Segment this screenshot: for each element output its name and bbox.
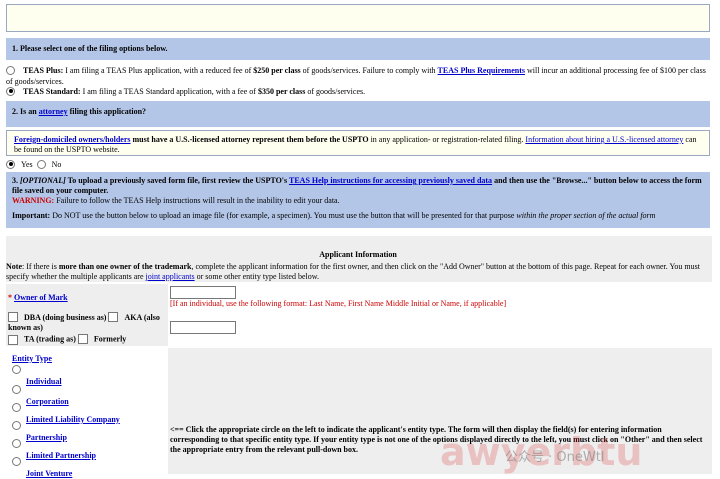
watermark-caption: 公众号 · OneWtl <box>505 450 605 465</box>
alt-name-input[interactable] <box>170 321 236 334</box>
section-1-title: 1. Please select one of the filing optio… <box>12 44 168 53</box>
entity-radio[interactable] <box>12 365 21 374</box>
entity-radio[interactable] <box>12 403 21 412</box>
entity-type-label-row: Entity Type <box>12 353 162 364</box>
owner-name-hint: [If an individual, use the following for… <box>170 299 507 308</box>
teas-plus-radio[interactable] <box>6 65 15 75</box>
foreign-owners-link[interactable]: Foreign-domiciled owners/holders <box>14 135 131 144</box>
hiring-attorney-link[interactable]: Information about hiring a U.S.-licensed… <box>525 135 683 144</box>
teas-standard-option: TEAS Standard: I am filing a TEAS Standa… <box>6 86 710 97</box>
entity-type-link[interactable]: Entity Type <box>12 354 52 363</box>
attorney-link[interactable]: attorney <box>39 107 68 116</box>
attorney-yes-radio[interactable] <box>6 159 15 169</box>
alt-name-options: DBA (doing business as) AKA (also known … <box>8 312 160 346</box>
entity-radio[interactable] <box>12 421 21 430</box>
section-1-header: 1. Please select one of the filing optio… <box>6 38 710 60</box>
attorney-no-radio[interactable] <box>36 159 46 169</box>
entity-radio[interactable] <box>12 385 21 394</box>
attorney-yes-no: Yes No <box>6 159 710 170</box>
formerly-checkbox[interactable] <box>77 333 88 344</box>
teas-plus-requirements-link[interactable]: TEAS Plus Requirements <box>438 66 525 75</box>
dba-checkbox[interactable] <box>8 312 18 323</box>
teas-help-link[interactable]: TEAS Help instructions for accessing pre… <box>289 176 492 185</box>
applicant-note: Note: If there is more than one owner of… <box>6 262 700 281</box>
teas-standard-radio[interactable] <box>6 86 15 96</box>
section-3-header: 3. [OPTIONAL] To upload a previously sav… <box>6 172 710 228</box>
top-banner <box>6 4 710 32</box>
owner-of-mark-link[interactable]: Owner of Mark <box>14 293 68 302</box>
entity-radio[interactable] <box>12 439 21 448</box>
applicant-heading-row: Applicant Information <box>6 249 710 260</box>
joint-applicants-link[interactable]: joint applicants <box>146 272 195 281</box>
entity-option-link[interactable]: Joint Venture <box>26 469 72 478</box>
teas-plus-option: TEAS Plus: I am filing a TEAS Plus appli… <box>6 65 706 86</box>
ta-checkbox[interactable] <box>8 335 18 346</box>
entity-radio[interactable] <box>12 457 21 466</box>
applicant-heading: Applicant Information <box>319 250 397 259</box>
section-2-header: 2. Is an attorney filing this applicatio… <box>6 101 710 127</box>
foreign-owner-notice: Foreign-domiciled owners/holders must ha… <box>6 130 710 156</box>
entity-option: Joint Venture <box>12 457 162 479</box>
entity-option: Individual <box>12 365 162 387</box>
aka-checkbox[interactable] <box>108 312 119 323</box>
entity-option-link[interactable]: Individual <box>26 377 62 386</box>
